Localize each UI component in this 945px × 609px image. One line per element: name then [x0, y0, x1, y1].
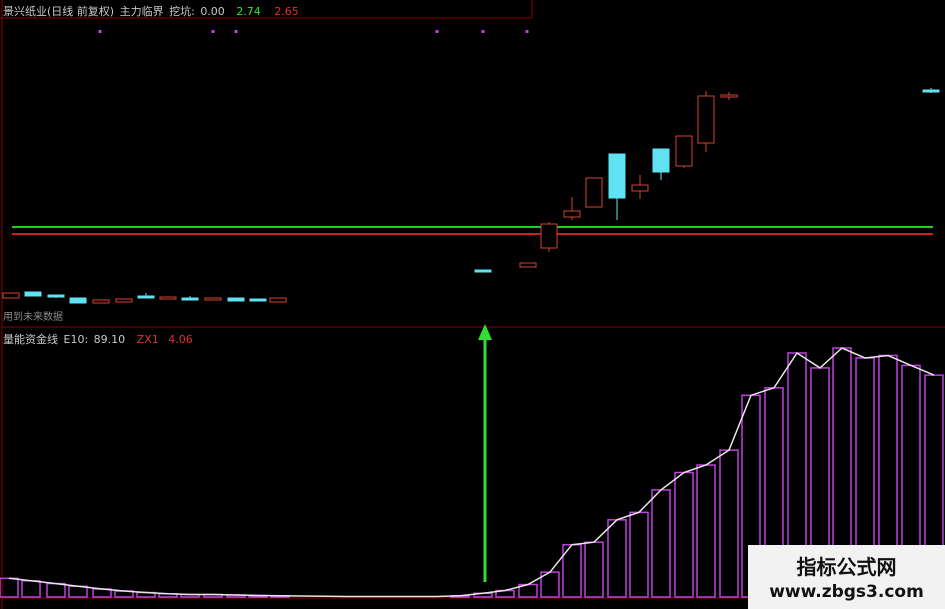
signal-dot [525, 30, 529, 33]
up-arrow [478, 324, 492, 582]
candle [181, 296, 199, 301]
volume-bar [21, 580, 41, 598]
signal-dot [234, 30, 238, 33]
volume-bar [607, 519, 627, 598]
volume-bar [584, 541, 604, 598]
signal-dot [435, 30, 439, 33]
bottom-header: 量能资金线 E10: 89.10 ZX1 4.06 [3, 331, 195, 347]
volume-bar [68, 585, 88, 598]
candle [563, 197, 581, 220]
candle-body [652, 148, 670, 173]
zx-label: ZX1 [136, 333, 159, 346]
volume-bar [46, 582, 66, 598]
volume-bar [629, 511, 649, 598]
candle-body [269, 297, 287, 303]
candle-body [540, 223, 558, 249]
candle-body [519, 262, 537, 268]
candle-body [204, 297, 222, 301]
signal-dot [211, 30, 215, 33]
candle [269, 297, 287, 303]
red-value: 2.65 [274, 5, 299, 18]
candle-body [631, 184, 649, 192]
e10-label: E10: [63, 333, 89, 346]
waken-value: 0.00 [200, 5, 225, 18]
candle [92, 299, 110, 304]
candle-body [227, 297, 245, 302]
future-data-note: 用到未来数据 [3, 312, 63, 323]
candle [227, 297, 245, 302]
reference-lines [12, 226, 933, 235]
chart-canvas [0, 0, 945, 609]
volume-indicator-name: 量能资金线 [3, 333, 58, 346]
candle-body [181, 297, 199, 301]
indicator-name: 主力临界 [119, 5, 164, 18]
candle [608, 153, 626, 220]
candle-body [249, 298, 267, 302]
volume-bar [651, 489, 671, 598]
candle [137, 293, 155, 299]
candle [249, 298, 267, 302]
candle [720, 92, 738, 100]
volume-bar [674, 471, 694, 598]
arrow-head [478, 324, 492, 340]
e10-value: 89.10 [93, 333, 126, 346]
candle-body [474, 269, 492, 273]
candle [24, 291, 42, 297]
signal-dot [98, 30, 102, 33]
candle-body [720, 94, 738, 98]
candle [115, 298, 133, 303]
candle-body [675, 135, 693, 167]
candle [652, 148, 670, 180]
candle-body [608, 153, 626, 199]
candle-body [2, 292, 20, 299]
candle [922, 88, 940, 93]
candle-body [115, 298, 133, 303]
candle-body [159, 296, 177, 300]
candles-layer [2, 88, 940, 304]
waken-label: 挖坑: [169, 5, 195, 18]
top-header: 景兴纸业(日线 前复权) 主力临界 挖坑: 0.00 2.74 2.65 [3, 3, 301, 19]
candle-body [69, 297, 87, 304]
candle [540, 222, 558, 252]
signal-dots [98, 30, 529, 33]
candle-body [563, 210, 581, 218]
volume-bar [696, 464, 716, 598]
candle-body [697, 95, 715, 144]
candle-body [137, 295, 155, 299]
panel-frame [0, 0, 945, 609]
signal-dot [481, 30, 485, 33]
candle-body [24, 291, 42, 297]
candle [585, 177, 603, 208]
candle-body [585, 177, 603, 208]
candle [697, 91, 715, 152]
volume-bar [719, 449, 739, 598]
candle [69, 297, 87, 304]
candle [474, 269, 492, 273]
candle [47, 294, 65, 298]
volume-bar [0, 577, 19, 598]
candle [675, 135, 693, 168]
candle [159, 296, 177, 300]
candle [204, 297, 222, 301]
candle-body [92, 299, 110, 304]
watermark: 指标公式网 www.zbgs3.com [748, 545, 945, 609]
candle-body [47, 294, 65, 298]
candle-body [922, 89, 940, 93]
watermark-url: www.zbgs3.com [769, 582, 924, 602]
stock-title: 景兴纸业(日线 前复权) [3, 5, 115, 18]
candle [519, 262, 537, 268]
candle [2, 292, 20, 299]
watermark-title: 指标公式网 [796, 555, 897, 579]
candle [631, 175, 649, 199]
zx-value: 4.06 [168, 333, 193, 346]
green-value: 2.74 [236, 5, 261, 18]
